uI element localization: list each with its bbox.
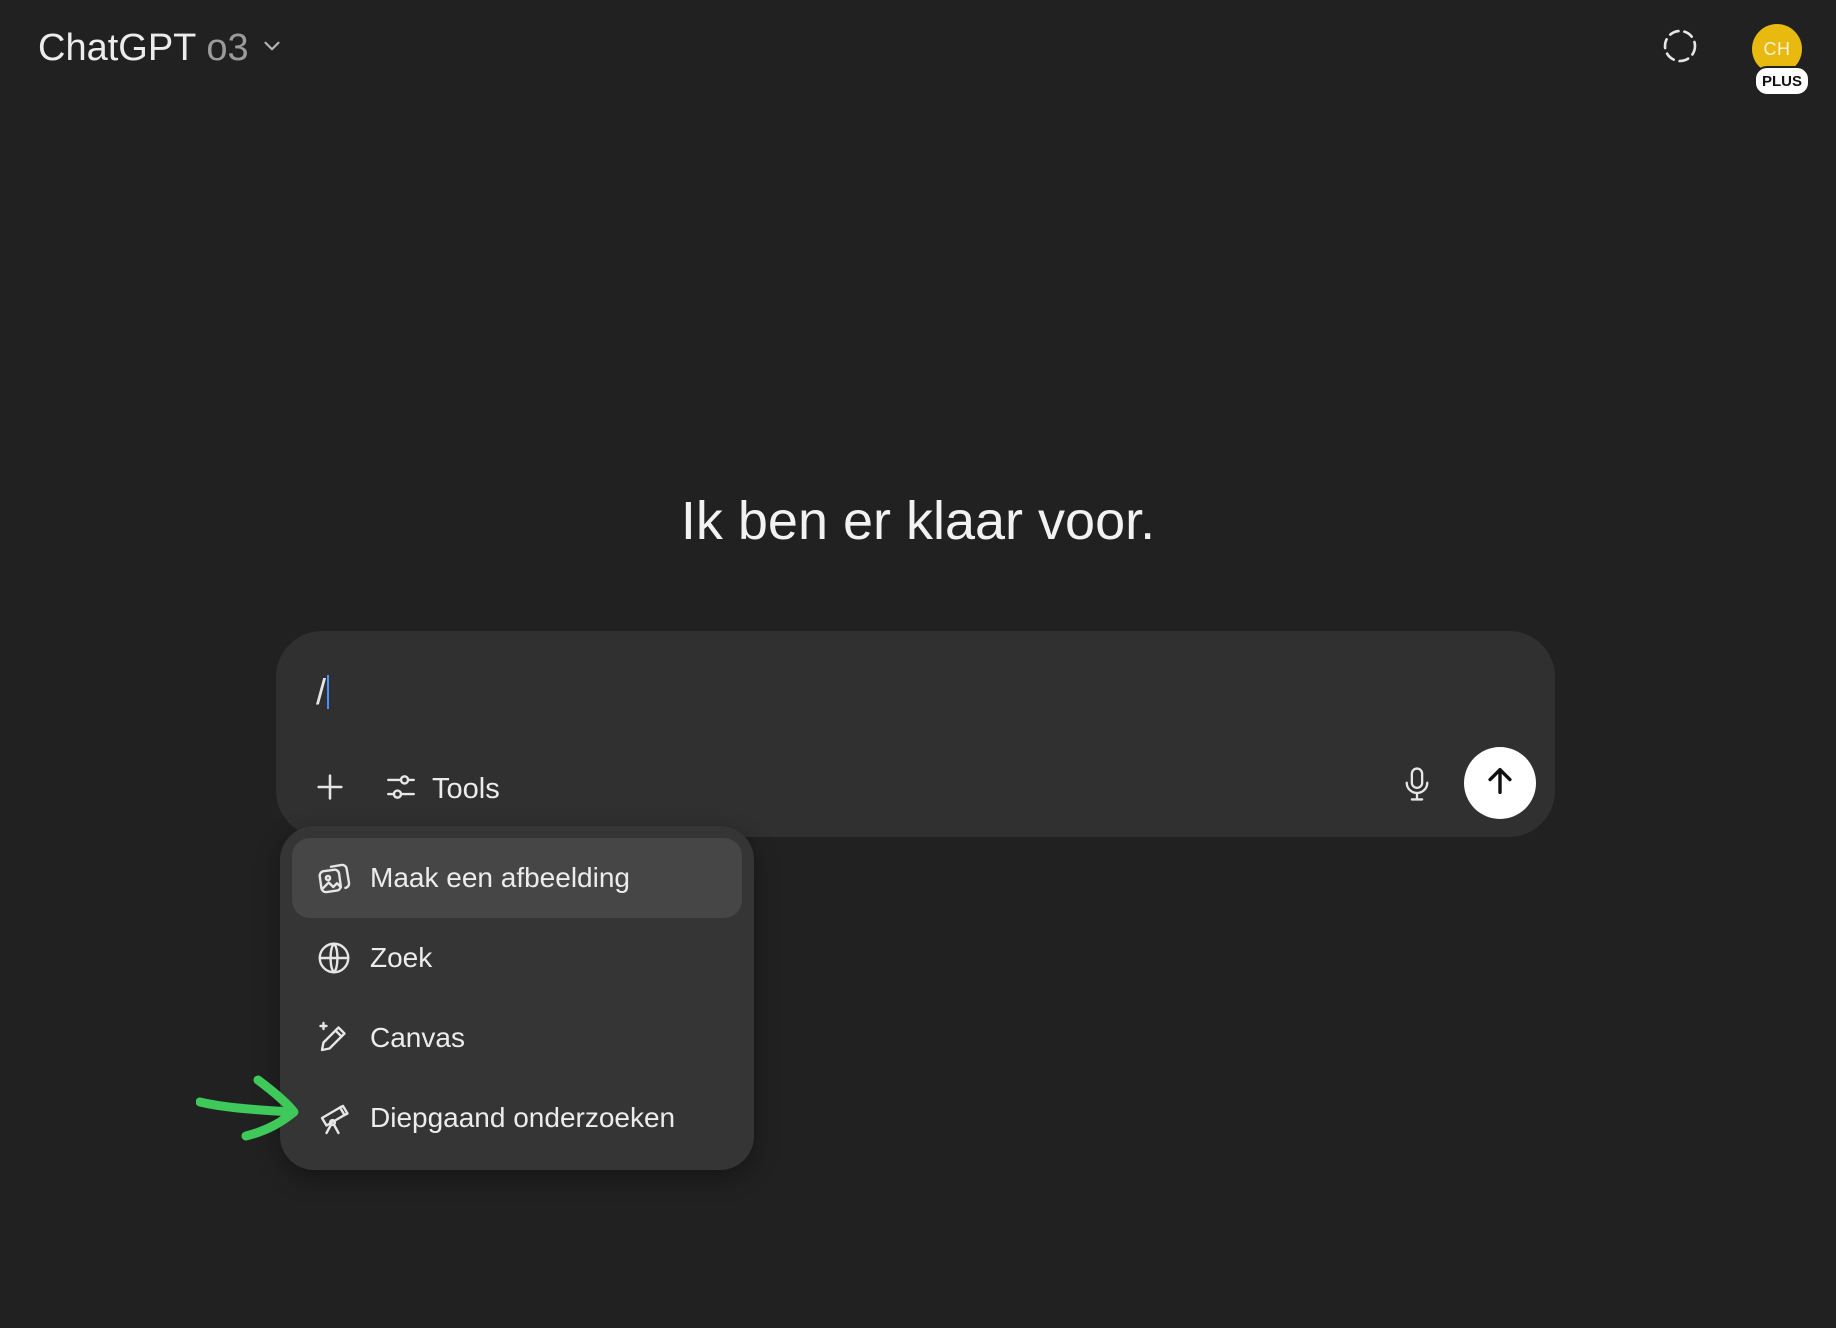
menu-item-label: Canvas bbox=[370, 1022, 465, 1053]
arrow-up-icon bbox=[1483, 764, 1517, 803]
greeting-heading: Ik ben er klaar voor. bbox=[680, 491, 1156, 551]
model-version: o3 bbox=[206, 26, 249, 69]
tools-label: Tools bbox=[432, 772, 500, 805]
send-button[interactable] bbox=[1464, 747, 1536, 819]
plus-icon bbox=[313, 770, 347, 809]
menu-item-create-image[interactable]: Maak een afbeelding bbox=[292, 838, 742, 918]
dashed-circle-icon bbox=[1660, 26, 1700, 71]
chat-page: ChatGPT o3 CH PLUS Ik ben er klaar voor.… bbox=[0, 0, 1836, 1328]
prompt-input[interactable]: / bbox=[316, 671, 330, 713]
menu-item-label: Diepgaand onderzoeken bbox=[370, 1102, 676, 1133]
plan-badge: PLUS bbox=[1754, 66, 1811, 96]
menu-item-label: Maak een afbeelding bbox=[370, 862, 630, 893]
pencil-sparkle-icon bbox=[314, 1018, 354, 1058]
temporary-chat-button[interactable] bbox=[1656, 24, 1704, 72]
menu-item-search[interactable]: Zoek bbox=[292, 918, 742, 998]
globe-icon bbox=[314, 938, 354, 978]
tools-button[interactable]: Tools bbox=[384, 763, 500, 815]
prompt-composer: / Tools bbox=[276, 631, 1555, 837]
menu-item-label: Zoek bbox=[370, 942, 433, 973]
text-caret bbox=[327, 675, 330, 709]
telescope-icon bbox=[314, 1098, 354, 1138]
chevron-down-icon bbox=[259, 33, 285, 64]
model-picker[interactable]: ChatGPT o3 bbox=[34, 24, 289, 72]
microphone-icon bbox=[1401, 766, 1433, 807]
dictate-button[interactable] bbox=[1392, 761, 1442, 811]
menu-item-deep-research[interactable]: Diepgaand onderzoeken bbox=[292, 1078, 742, 1158]
slash-command-menu: Maak een afbeelding Zoek Canvas Diepgaan… bbox=[280, 826, 754, 1170]
image-icon bbox=[314, 858, 354, 898]
add-attachment-button[interactable] bbox=[306, 765, 354, 813]
sliders-icon bbox=[384, 770, 418, 809]
menu-item-canvas[interactable]: Canvas bbox=[292, 998, 742, 1078]
annotation-arrow bbox=[196, 1075, 299, 1141]
prompt-input-value: / bbox=[316, 671, 327, 712]
app-name: ChatGPT bbox=[38, 26, 197, 69]
